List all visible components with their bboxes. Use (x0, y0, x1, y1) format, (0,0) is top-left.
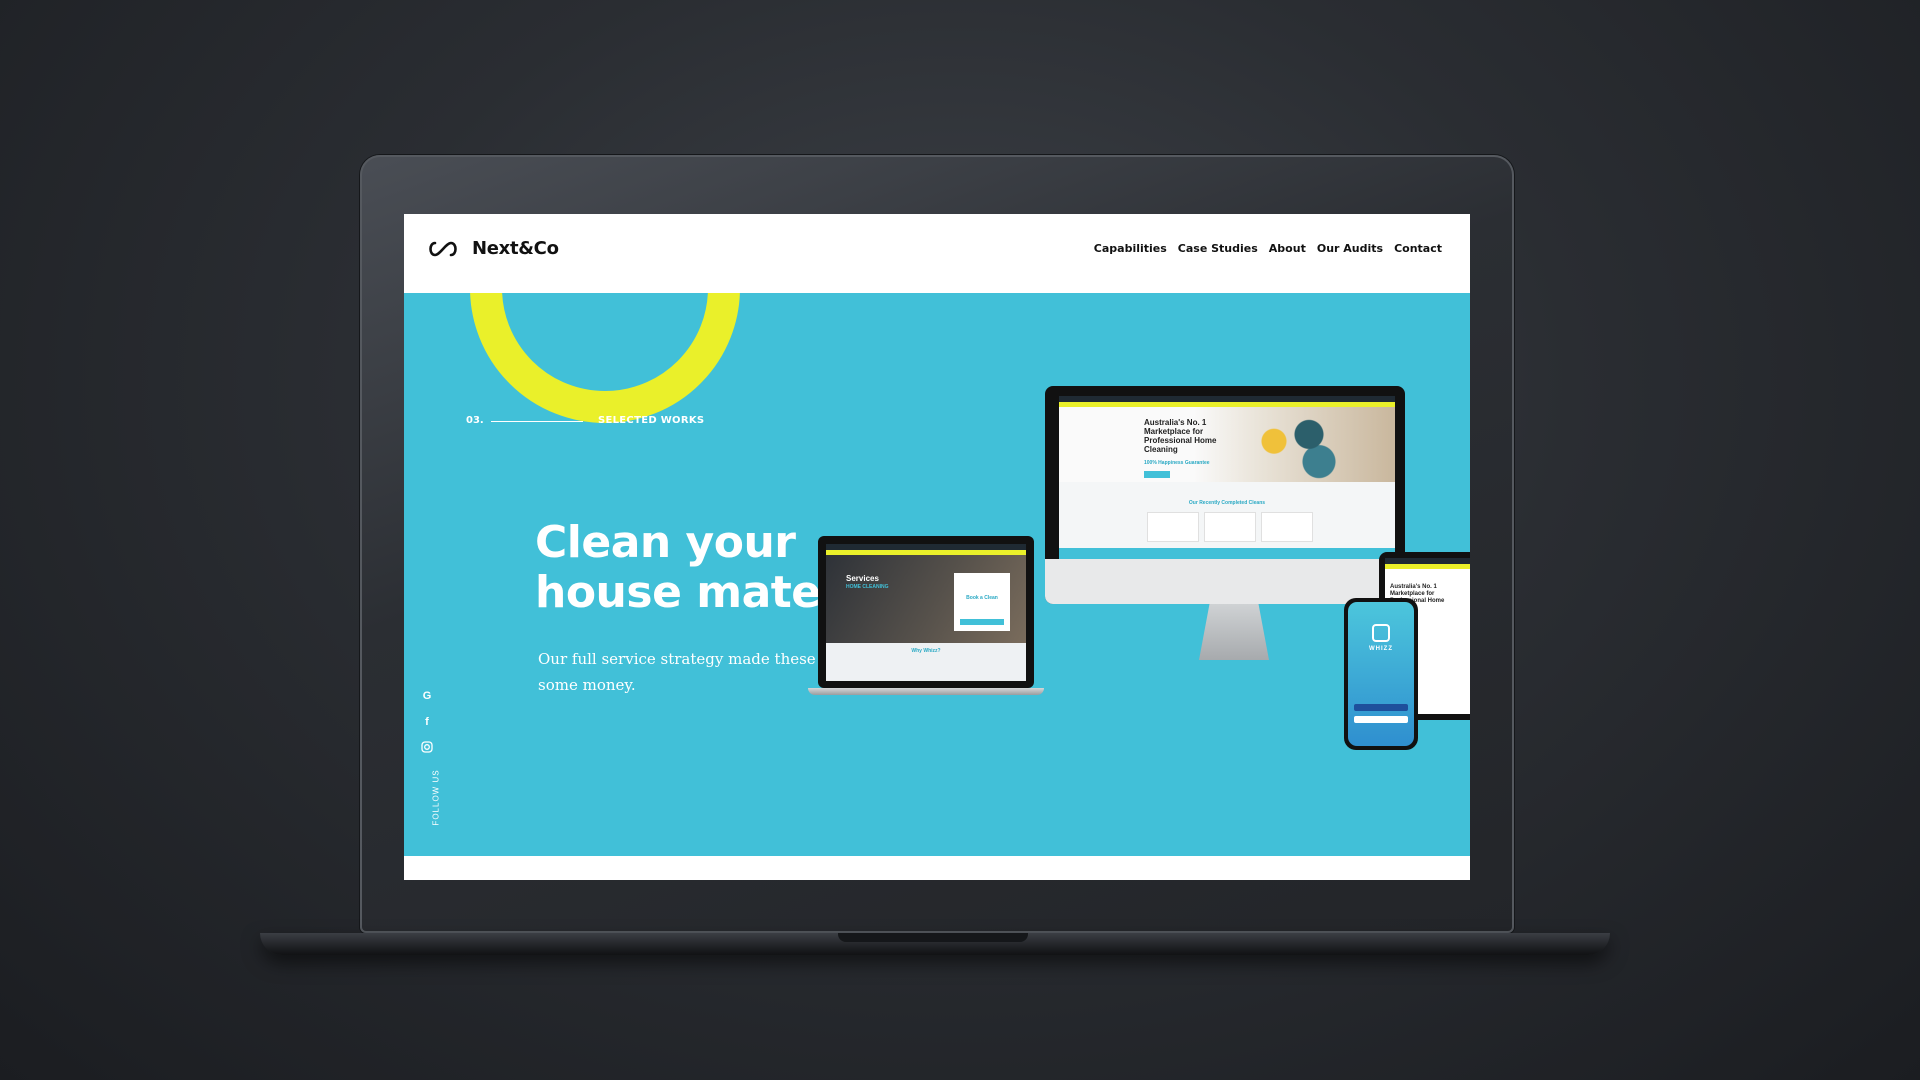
laptop-mockup-card-button (960, 619, 1004, 625)
instagram-icon[interactable] (421, 741, 433, 757)
mockup-tagline: 100% Happiness Guarantee (1144, 460, 1210, 466)
laptop-mockup-card: Book a Clean (954, 573, 1010, 631)
desktop-stand (1199, 604, 1269, 660)
laptop-notch (838, 933, 1028, 942)
yellow-ring-decoration (470, 293, 740, 423)
nav-our-audits[interactable]: Our Audits (1317, 242, 1383, 255)
laptop-mockup-card-title: Book a Clean (966, 595, 998, 601)
top-nav: Next&Co Capabilities Case Studies About … (404, 214, 1470, 293)
nav-about[interactable]: About (1269, 242, 1306, 255)
follow-us-label: FOLLOW US (431, 769, 441, 826)
laptop-mockup: Services HOME CLEANING Book a Clean Why … (808, 536, 1044, 728)
tablet-promo-bar (1385, 564, 1470, 569)
mockup-services-band (1059, 548, 1395, 559)
laptop-mockup-screen: Services HOME CLEANING Book a Clean Why … (826, 544, 1026, 681)
laptop-mockup-title: Services (846, 574, 879, 583)
laptop-mockup-why: Why Whizz? (911, 648, 941, 654)
house-icon (1372, 624, 1390, 642)
google-icon[interactable]: G (423, 689, 432, 703)
social-links: G f (420, 689, 434, 757)
desktop-mockup-screen: Australia's No. 1 Marketplace for Profes… (1059, 396, 1395, 559)
infinity-icon (429, 241, 457, 256)
laptop-mockup-lid: Services HOME CLEANING Book a Clean Why … (818, 536, 1034, 688)
phone-screen: WHIZZ (1348, 602, 1414, 746)
phone-app-name: WHIZZ (1369, 646, 1393, 652)
phone-facebook-button (1354, 704, 1408, 711)
nav-contact[interactable]: Contact (1394, 242, 1442, 255)
nav-case-studies[interactable]: Case Studies (1178, 242, 1258, 255)
nav-capabilities[interactable]: Capabilities (1094, 242, 1167, 255)
page-footer-strip (404, 856, 1470, 880)
section-divider (491, 421, 583, 422)
mockup-section-title: Our Recently Completed Cleans (1188, 500, 1266, 506)
mockup-cleaner-image (1244, 414, 1344, 482)
laptop-mockup-base (808, 688, 1044, 695)
phone-login-button (1354, 716, 1408, 723)
mockup-title: Australia's No. 1 Marketplace for Profes… (1144, 418, 1217, 454)
phone-mockup: WHIZZ (1344, 598, 1418, 750)
main-menu: Capabilities Case Studies About Our Audi… (1094, 242, 1442, 255)
hero-section: 03. SELECTED WORKS Clean your house mate… (404, 293, 1470, 856)
facebook-icon[interactable]: f (425, 715, 429, 729)
desktop-mockup: Australia's No. 1 Marketplace for Profes… (1045, 386, 1405, 604)
brand-name: Next&Co (472, 238, 559, 259)
section-label: SELECTED WORKS (598, 415, 705, 426)
brand-logo[interactable]: Next&Co (426, 238, 559, 259)
mockup-cards (1147, 512, 1313, 542)
laptop-screen: Next&Co Capabilities Case Studies About … (404, 214, 1470, 880)
laptop-mockup-subtitle: HOME CLEANING (846, 584, 889, 590)
mockup-hero (1059, 407, 1395, 482)
mockup-button (1144, 471, 1170, 478)
section-number: 03. (466, 415, 484, 426)
desktop-chin (1045, 559, 1405, 604)
